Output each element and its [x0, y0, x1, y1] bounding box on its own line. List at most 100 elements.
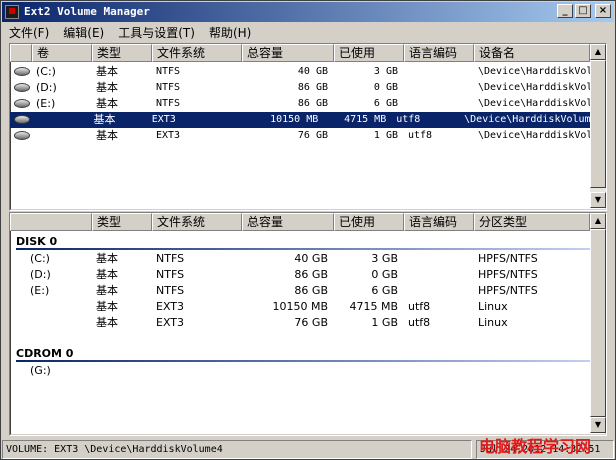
- cdrom-group-divider: [16, 360, 590, 362]
- partition-type: 基本: [96, 252, 118, 265]
- partition-volume: (G:): [30, 364, 51, 377]
- partition-type: [92, 363, 152, 379]
- disk-layout-vscrollbar[interactable]: ▲ ▼: [590, 213, 606, 433]
- partition-codepage: [404, 267, 474, 283]
- volume-filesystem: EXT3: [151, 114, 176, 125]
- volume-filesystem: NTFS: [156, 98, 181, 109]
- partition-volume: (E:): [30, 284, 50, 297]
- partition-codepage: [404, 283, 474, 299]
- volume-codepage: [404, 80, 474, 96]
- column-blank[interactable]: [10, 213, 92, 231]
- scroll-down-arrow-icon[interactable]: ▼: [590, 417, 606, 433]
- volume-total: 86 GB: [297, 82, 328, 93]
- partition-row[interactable]: (C:) 基本 NTFS 40 GB 3 GB HPFS/NTFS: [10, 251, 590, 267]
- title-bar[interactable]: Ext2 Volume Manager _ □ ×: [2, 2, 614, 22]
- partition-type: 基本: [96, 300, 118, 313]
- menu-edit[interactable]: 编辑(E): [56, 24, 111, 41]
- partition-row[interactable]: (G:): [10, 363, 590, 379]
- volume-list-vscrollbar[interactable]: ▲ ▼: [590, 44, 606, 208]
- disk-group-divider: [16, 248, 590, 250]
- column-total[interactable]: 总容量: [242, 213, 334, 231]
- volume-list-header: 卷 类型 文件系统 总容量 已使用 语言编码 设备名: [10, 44, 590, 62]
- partition-type-name: HPFS/NTFS: [478, 252, 538, 265]
- partition-row[interactable]: 基本 EXT3 10150 MB 4715 MB utf8 Linux: [10, 299, 590, 315]
- volume-row[interactable]: (D:) 基本 NTFS 86 GB 0 GB \Device\Harddisk…: [10, 80, 607, 96]
- column-codepage[interactable]: 语言编码: [404, 213, 474, 231]
- partition-total: [242, 363, 334, 379]
- volume-total: 40 GB: [297, 66, 328, 77]
- partition-type-name: [474, 363, 590, 379]
- column-filesystem[interactable]: 文件系统: [152, 44, 242, 62]
- partition-filesystem: [152, 363, 242, 379]
- column-total[interactable]: 总容量: [242, 44, 334, 62]
- minimize-button[interactable]: _: [557, 4, 573, 18]
- volume-label: (E:): [36, 97, 56, 110]
- menu-bar: 文件(F) 编辑(E) 工具与设置(T) 帮助(H): [2, 22, 614, 42]
- volume-device: \Device\HarddiskVolume2: [478, 82, 607, 93]
- partition-filesystem: NTFS: [156, 268, 185, 281]
- volume-row-selected[interactable]: 基本 EXT3 10150 MB 4715 MB utf8 \Device\Ha…: [10, 112, 590, 128]
- partition-filesystem: NTFS: [156, 252, 185, 265]
- volume-type: 基本: [96, 81, 118, 94]
- column-volume[interactable]: 卷: [32, 44, 92, 62]
- scroll-down-arrow-icon[interactable]: ▼: [590, 192, 606, 208]
- menu-file[interactable]: 文件(F): [2, 24, 56, 41]
- volume-list-panel: 卷 类型 文件系统 总容量 已使用 语言编码 设备名 (C:) 基本 NTFS …: [9, 43, 607, 211]
- disk-layout-header: 类型 文件系统 总容量 已使用 语言编码 分区类型: [10, 213, 590, 231]
- app-icon: [5, 5, 19, 19]
- partition-used: 1 GB: [371, 316, 398, 329]
- disk-layout-panel: 类型 文件系统 总容量 已使用 语言编码 分区类型 DISK 0 (C:) 基本…: [9, 212, 607, 436]
- hard-disk-icon: [14, 82, 30, 92]
- menu-tools-settings[interactable]: 工具与设置(T): [111, 24, 202, 41]
- partition-codepage: [404, 251, 474, 267]
- volume-type: 基本: [96, 129, 118, 142]
- partition-total: 86 GB: [294, 284, 328, 297]
- menu-help[interactable]: 帮助(H): [202, 24, 258, 41]
- partition-filesystem: NTFS: [156, 284, 185, 297]
- partition-type-name: Linux: [478, 316, 508, 329]
- column-icon[interactable]: [10, 44, 32, 62]
- partition-volume: [10, 315, 92, 331]
- column-device[interactable]: 设备名: [474, 44, 590, 62]
- watermark-text: 电脑教程学习网: [479, 437, 592, 456]
- partition-codepage: utf8: [408, 316, 431, 329]
- scroll-up-arrow-icon[interactable]: ▲: [590, 213, 606, 229]
- volume-row[interactable]: (C:) 基本 NTFS 40 GB 3 GB \Device\Harddisk…: [10, 64, 606, 80]
- partition-used: 3 GB: [371, 252, 398, 265]
- partition-row[interactable]: (D:) 基本 NTFS 86 GB 0 GB HPFS/NTFS: [10, 267, 590, 283]
- partition-total: 76 GB: [294, 316, 328, 329]
- volume-device: \Device\HarddiskVolume3: [478, 98, 607, 109]
- scroll-thumb[interactable]: [590, 60, 606, 188]
- volume-codepage: [404, 64, 474, 80]
- partition-row[interactable]: 基本 EXT3 76 GB 1 GB utf8 Linux: [10, 315, 590, 331]
- column-type[interactable]: 类型: [92, 44, 152, 62]
- partition-row[interactable]: (E:) 基本 NTFS 86 GB 6 GB HPFS/NTFS: [10, 283, 590, 299]
- column-filesystem[interactable]: 文件系统: [152, 213, 242, 231]
- scroll-thumb[interactable]: [590, 229, 606, 417]
- maximize-button[interactable]: □: [575, 4, 591, 18]
- volume-row[interactable]: (E:) 基本 NTFS 86 GB 6 GB \Device\Harddisk…: [10, 96, 607, 112]
- volume-used: 6 GB: [373, 98, 398, 109]
- partition-volume: (D:): [30, 268, 51, 281]
- partition-volume: [10, 299, 92, 315]
- close-button[interactable]: ×: [595, 4, 611, 18]
- hard-disk-icon: [14, 98, 30, 108]
- column-used[interactable]: 已使用: [334, 213, 404, 231]
- volume-type: 基本: [93, 113, 116, 126]
- column-used[interactable]: 已使用: [334, 44, 404, 62]
- column-type[interactable]: 类型: [92, 213, 152, 231]
- partition-total: 86 GB: [294, 268, 328, 281]
- volume-type: 基本: [96, 65, 118, 78]
- volume-label: (C:): [36, 65, 56, 78]
- scroll-up-arrow-icon[interactable]: ▲: [590, 44, 606, 60]
- column-codepage[interactable]: 语言编码: [404, 44, 474, 62]
- volume-device: \Device\HarddiskVolume4: [464, 114, 590, 125]
- volume-codepage: [404, 96, 474, 112]
- volume-total: 86 GB: [297, 98, 328, 109]
- volume-row[interactable]: 基本 EXT3 76 GB 1 GB utf8 \Device\Harddisk…: [10, 128, 606, 144]
- partition-type: 基本: [96, 316, 118, 329]
- column-partition-type[interactable]: 分区类型: [474, 213, 590, 231]
- partition-type-name: HPFS/NTFS: [478, 268, 538, 281]
- partition-codepage: [404, 363, 474, 379]
- partition-codepage: utf8: [408, 300, 431, 313]
